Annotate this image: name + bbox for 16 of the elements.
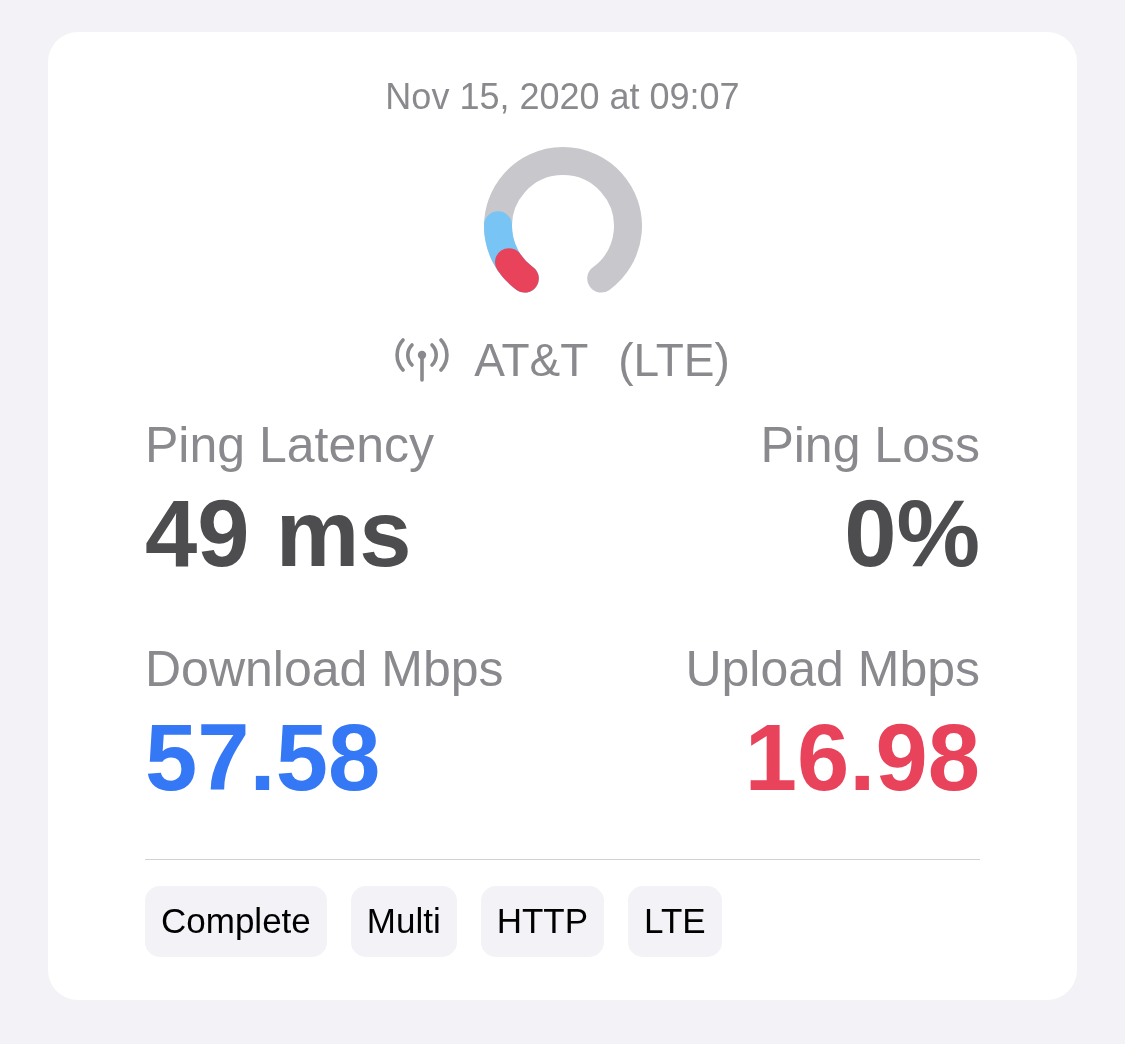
metric-value: 16.98 [744, 706, 980, 809]
tag: Multi [350, 886, 457, 957]
tag: HTTP [480, 886, 605, 957]
metric-value: 57.58 [145, 706, 381, 809]
network-type: (LTE) [618, 333, 730, 387]
metric-value: 0% [844, 482, 980, 585]
carrier-name: AT&T [474, 333, 589, 387]
metric-value: 49 ms [145, 482, 412, 585]
metric-label: Ping Latency [145, 416, 435, 475]
tag: LTE [628, 886, 722, 957]
metric-label: Upload Mbps [685, 640, 980, 699]
tag: Complete [145, 886, 327, 957]
metric-label: Download Mbps [145, 640, 504, 699]
antenna-icon [395, 338, 450, 382]
metric-label: Ping Loss [760, 416, 980, 475]
timestamp: Nov 15, 2020 at 09:07 [385, 75, 740, 118]
